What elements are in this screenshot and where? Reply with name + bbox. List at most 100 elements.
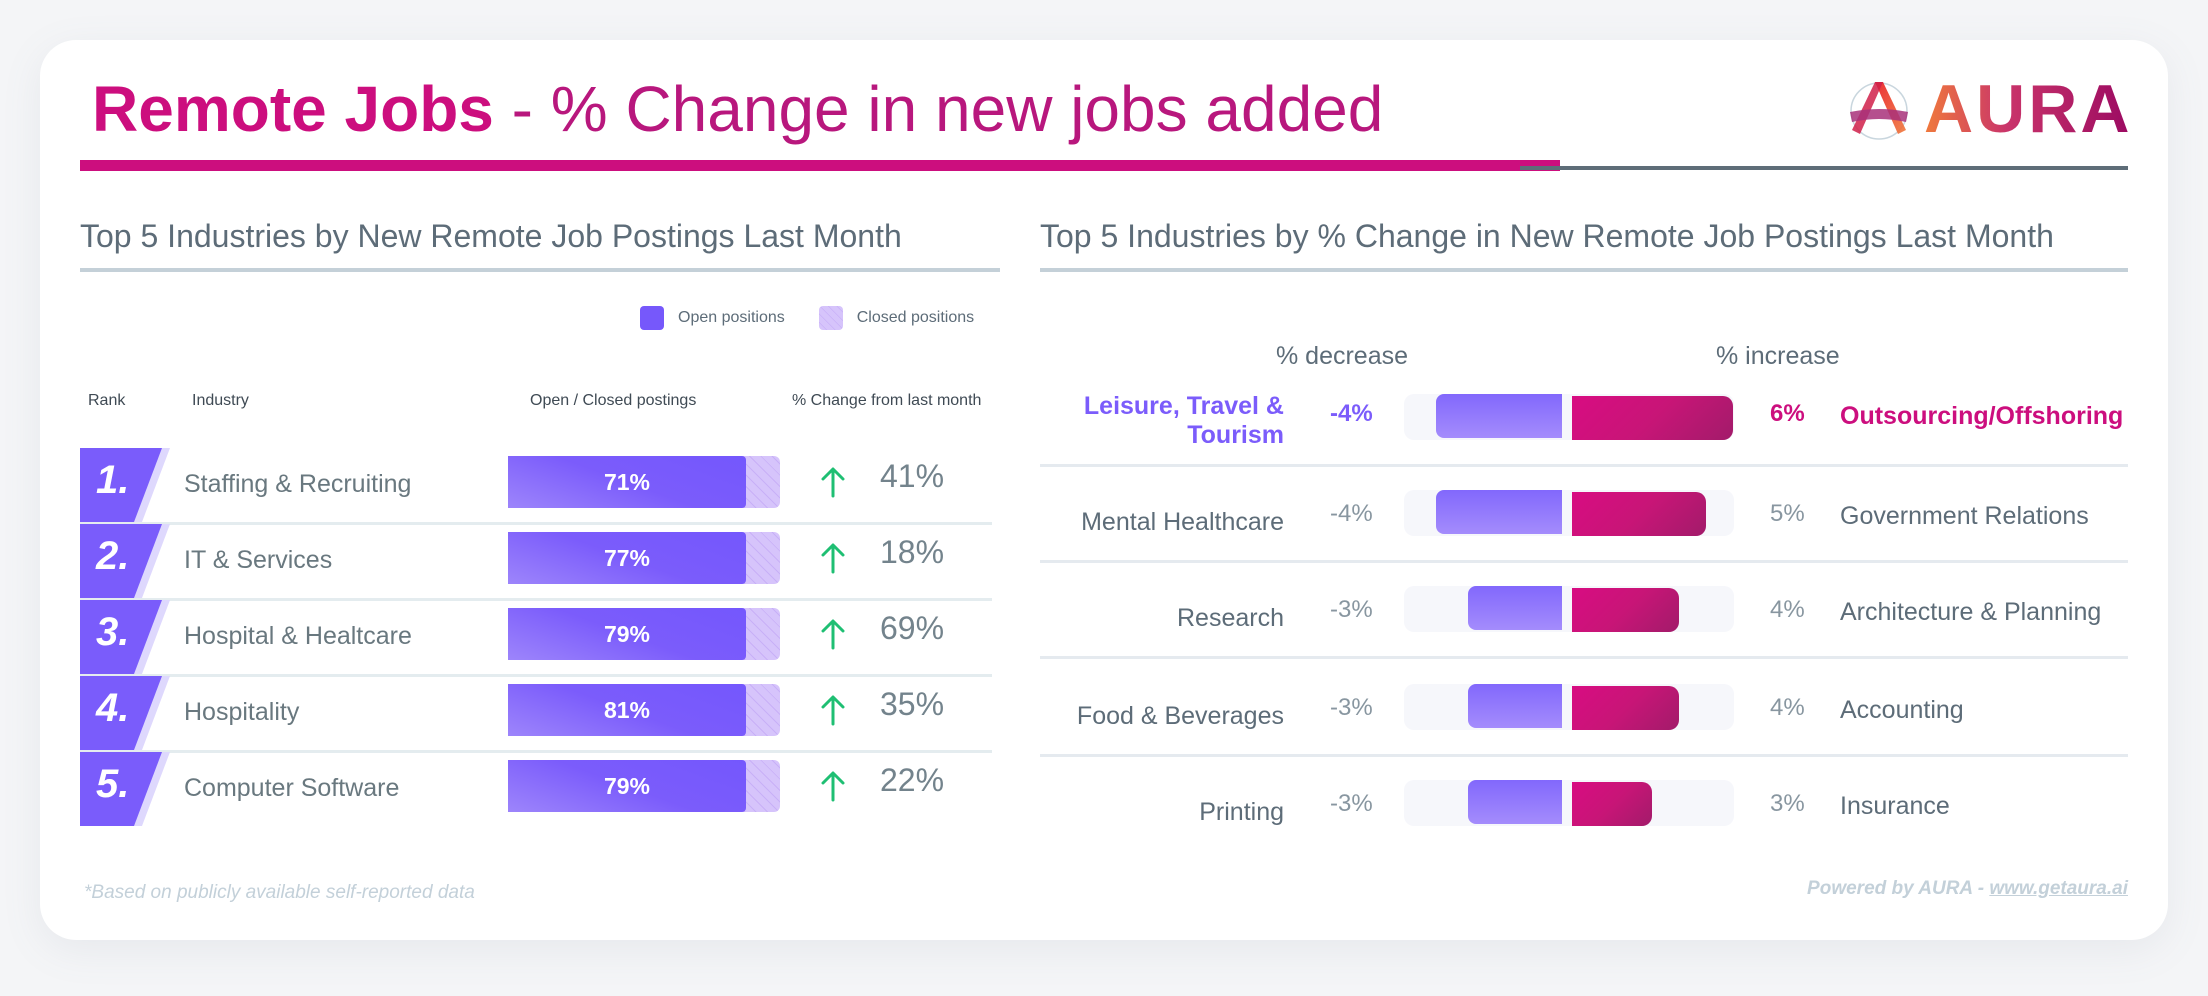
decrease-value: -3% (1330, 596, 1373, 623)
industry-name: Computer Software (184, 774, 400, 802)
rank-number: 4. (96, 686, 130, 730)
increase-value: 3% (1770, 790, 1805, 817)
open-positions-bar: 81% (508, 684, 746, 736)
right-panel-rule (1040, 268, 2128, 272)
data-source-note: *Based on publicly available self-report… (84, 882, 475, 903)
arrow-up-icon (821, 467, 845, 498)
decrease-industry: Printing (1199, 798, 1284, 826)
increase-bar (1572, 396, 1733, 440)
powered-by: Powered by AURA - www.getaura.ai (1807, 878, 2128, 900)
table-row: 1. Staffing & Recruiting 71% 41% (40, 448, 952, 522)
title-underline-accent (80, 160, 1560, 171)
change-percent: 18% (880, 534, 945, 570)
aura-website-link[interactable]: www.getaura.ai (1989, 878, 2128, 899)
increase-value: 4% (1770, 694, 1805, 721)
decrease-industry: Food & Beverages (1076, 702, 1284, 730)
postings-bar: 77% (508, 532, 780, 584)
industry-name: Hospitality (184, 698, 300, 726)
industry-name: IT & Services (184, 546, 333, 574)
bar-track (1404, 586, 1734, 632)
change-percent: 22% (880, 762, 945, 798)
decrease-value: -3% (1330, 694, 1373, 721)
title-subtitle: - % Change in new jobs added (493, 73, 1384, 145)
postings-bar: 79% (508, 760, 780, 812)
decrease-value: -3% (1330, 790, 1373, 817)
column-header-rank: Rank (88, 392, 126, 409)
legend: Open positions Closed positions (640, 306, 974, 330)
row-divider (1040, 656, 2128, 659)
change-row: Printing -3% 3% Insurance (1040, 760, 2128, 856)
arrow-up-icon (821, 771, 845, 802)
open-positions-label: 79% (603, 772, 651, 799)
powered-by-text: Powered by AURA - (1807, 878, 1990, 899)
increase-bar (1572, 588, 1680, 632)
legend-open-label: Open positions (678, 309, 785, 326)
title-bold: Remote Jobs (92, 73, 494, 145)
decrease-axis-label: % decrease (1276, 342, 1409, 370)
increase-bar (1572, 492, 1706, 536)
table-row: 5. Computer Software 79% 22% (40, 752, 952, 826)
increase-industry: Outsourcing/Offshoring (1840, 402, 2124, 430)
open-positions-bar: 71% (508, 456, 746, 508)
change-percent: 41% (880, 458, 945, 494)
increase-industry: Insurance (1840, 792, 1950, 820)
legend-closed-swatch (818, 306, 843, 330)
rank-number: 5. (96, 762, 130, 806)
increase-value: 4% (1770, 596, 1805, 623)
row-divider (1040, 560, 2128, 563)
bar-track (1404, 684, 1734, 730)
decrease-bar (1436, 394, 1562, 438)
open-positions-label: 77% (603, 544, 651, 571)
legend-open-swatch (640, 306, 664, 330)
decrease-industry: Mental Healthcare (1081, 508, 1284, 536)
table-row: 3. Hospital & Healtcare 79% 69% (40, 600, 952, 674)
increase-industry: Accounting (1840, 696, 1964, 724)
change-row: Mental Healthcare -4% 5% Government Rela… (1040, 470, 2128, 566)
decrease-bar (1467, 684, 1562, 728)
aura-logo-icon (1850, 82, 1908, 140)
title-underline (1520, 166, 2128, 170)
infographic-card: Remote Jobs - % Change in new jobs added… (40, 40, 2168, 940)
increase-industry: Architecture & Planning (1840, 598, 2102, 626)
postings-bar: 71% (508, 456, 780, 508)
open-positions-label: 71% (603, 468, 651, 495)
open-positions-label: 79% (603, 620, 651, 647)
aura-logo-text: AURA (1924, 71, 2133, 147)
table-row: 2. IT & Services 77% 18% (40, 524, 952, 598)
column-header-postings: Open / Closed postings (530, 392, 697, 409)
arrow-up-icon (821, 695, 845, 726)
postings-bar: 81% (508, 684, 780, 736)
row-divider (1040, 754, 2128, 757)
increase-bar (1572, 782, 1653, 826)
industry-name: Hospital & Healtcare (184, 622, 412, 650)
aura-logo: AURA (1848, 70, 2132, 148)
increase-bar (1572, 686, 1680, 730)
table-row: 4. Hospitality 81% 35% (40, 676, 952, 750)
change-percent: 69% (880, 610, 945, 646)
decrease-industry: Leisure, Travel & Tourism (1083, 392, 1284, 449)
open-positions-bar: 77% (508, 532, 746, 584)
row-divider (1040, 464, 2128, 467)
change-row: Food & Beverages -3% 4% Accounting (1040, 664, 2128, 760)
page-title: Remote Jobs - % Change in new jobs added (92, 68, 1383, 151)
open-positions-label: 81% (603, 696, 651, 723)
arrow-up-icon (821, 619, 845, 650)
decrease-bar (1467, 586, 1562, 630)
increase-value: 6% (1770, 400, 1805, 427)
open-positions-bar: 79% (508, 760, 746, 812)
bar-track (1404, 780, 1734, 826)
decrease-value: -4% (1330, 500, 1373, 527)
increase-axis-label: % increase (1716, 342, 1840, 370)
rank-number: 3. (96, 610, 130, 654)
right-panel-title: Top 5 Industries by % Change in New Remo… (1040, 218, 2054, 254)
arrow-up-icon (821, 543, 845, 574)
open-positions-bar: 79% (508, 608, 746, 660)
rank-number: 1. (96, 458, 130, 502)
increase-industry: Government Relations (1840, 502, 2089, 530)
rank-number: 2. (96, 534, 130, 578)
decrease-bar (1467, 780, 1562, 824)
left-panel-rule (80, 268, 1000, 272)
column-header-change: % Change from last month (792, 392, 982, 409)
legend-closed-label: Closed positions (856, 309, 975, 326)
change-percent: 35% (880, 686, 945, 722)
